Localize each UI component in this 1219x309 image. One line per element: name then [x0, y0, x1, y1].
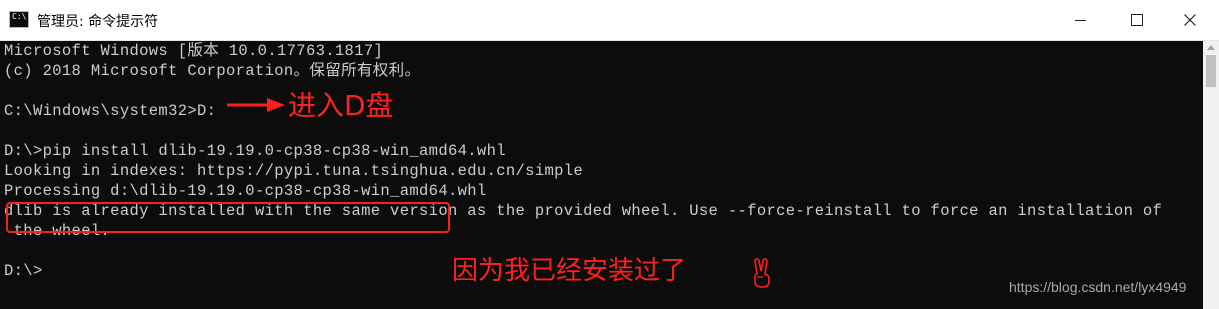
title-bar[interactable]: C:\ 管理员: 命令提示符	[0, 0, 1219, 41]
maximize-icon[interactable]	[1108, 0, 1166, 40]
watermark: https://blog.csdn.net/lyx4949	[1009, 279, 1187, 295]
annotation-highlight-box	[6, 202, 450, 233]
console-line: (c) 2018 Microsoft Corporation。保留所有权利。	[4, 62, 421, 80]
victory-hand-icon	[754, 258, 770, 288]
vertical-scrollbar[interactable]	[1203, 41, 1219, 309]
annotation-enter-d: 进入D盘	[288, 89, 394, 122]
console-line: Microsoft Windows [版本 10.0.17763.1817]	[4, 42, 384, 60]
close-icon[interactable]	[1161, 0, 1219, 40]
minimize-icon[interactable]	[1052, 0, 1110, 40]
console-line: D:\>	[4, 262, 43, 280]
annotation-already-installed: 因为我已经安装过了	[452, 256, 687, 286]
annotation-arrow-icon	[227, 98, 285, 112]
console-app-icon-text: C:\	[12, 12, 27, 21]
console-line: C:\Windows\system32>D:	[4, 102, 217, 120]
console-app-icon: C:\	[9, 11, 29, 28]
scroll-thumb[interactable]	[1206, 55, 1216, 87]
console-line: D:\>pip install dlib-19.19.0-cp38-cp38-w…	[4, 142, 506, 160]
window-title: 管理员: 命令提示符	[37, 14, 159, 30]
scroll-up-arrow-icon[interactable]	[1207, 45, 1215, 50]
console-line: Looking in indexes: https://pypi.tuna.ts…	[4, 162, 584, 180]
console-line: Processing d:\dlib-19.19.0-cp38-cp38-win…	[4, 182, 487, 200]
